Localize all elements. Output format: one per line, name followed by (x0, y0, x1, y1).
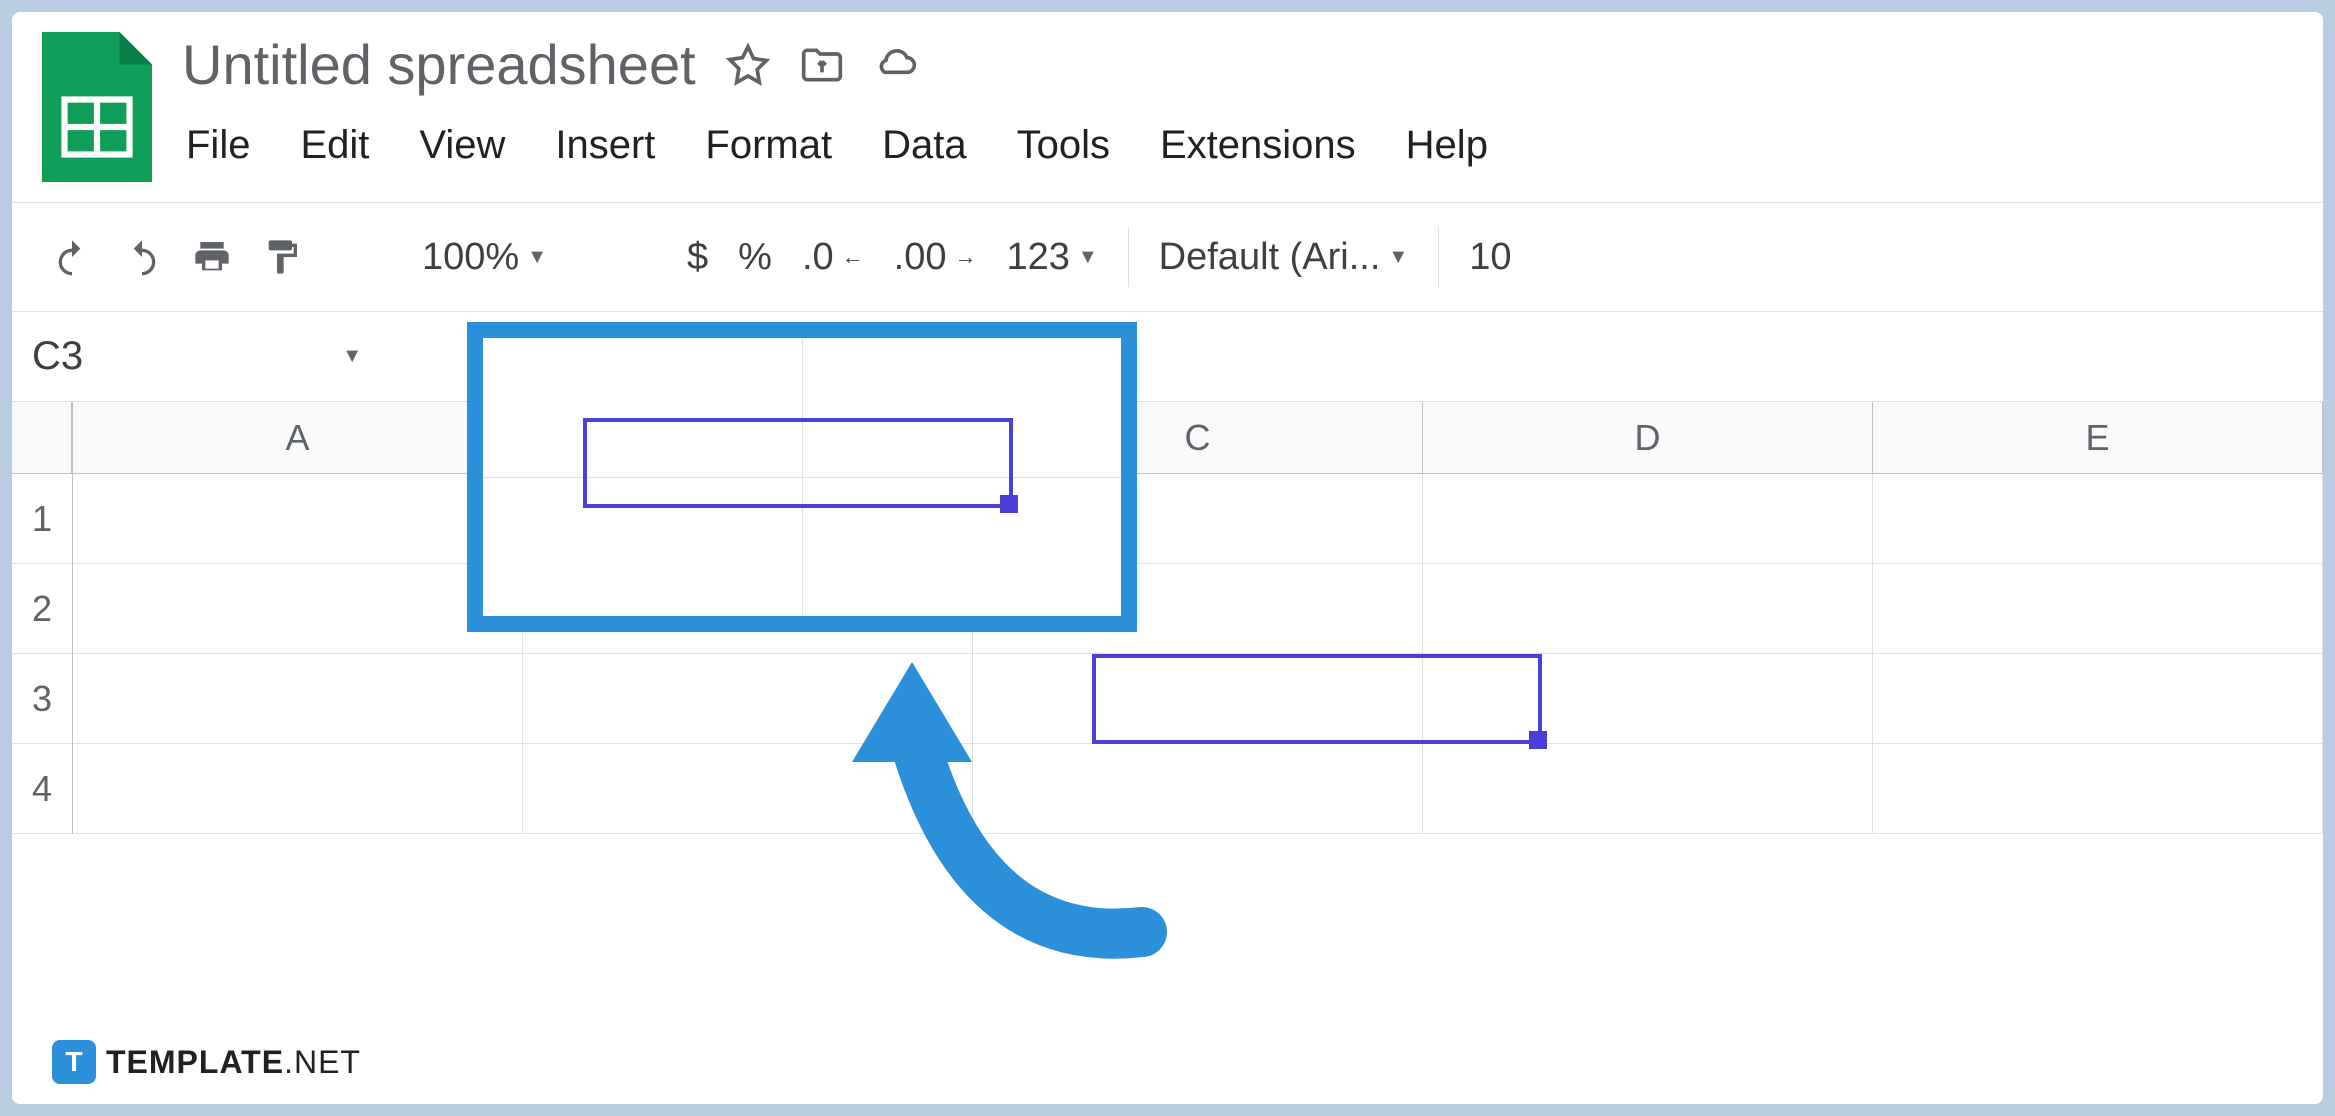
font-selector[interactable]: Default (Ari... ▼ (1159, 236, 1409, 279)
menubar: File Edit View Insert Format Data Tools … (182, 117, 2293, 174)
row-header-3[interactable]: 3 (12, 654, 72, 744)
paint-format-icon[interactable] (262, 237, 302, 277)
cell-a4[interactable] (73, 744, 523, 833)
chevron-down-icon: ▼ (527, 246, 547, 269)
columns-area: A B C D E (73, 402, 2323, 834)
undo-icon[interactable] (52, 237, 92, 277)
cell-d3[interactable] (1423, 654, 1873, 743)
row-4 (73, 744, 2323, 834)
cell-d4[interactable] (1423, 744, 1873, 833)
menu-insert[interactable]: Insert (551, 117, 659, 174)
chevron-down-icon: ▼ (342, 345, 362, 368)
cell-a1[interactable] (73, 474, 523, 563)
menu-data[interactable]: Data (878, 117, 971, 174)
cell-d2[interactable] (1423, 564, 1873, 653)
watermark-badge-icon: T (52, 1040, 96, 1084)
row-2 (73, 564, 2323, 654)
cell-e1[interactable] (1873, 474, 2323, 563)
menu-format[interactable]: Format (701, 117, 836, 174)
increase-decimal[interactable]: .00→ (894, 236, 977, 279)
sheets-logo-icon[interactable] (42, 32, 152, 182)
header: Untitled spreadsheet File Edit View Inse… (12, 12, 2323, 182)
zoom-value: 100% (422, 236, 519, 279)
menu-file[interactable]: File (182, 117, 254, 174)
cloud-status-icon[interactable] (874, 43, 918, 87)
cell-d1[interactable] (1423, 474, 1873, 563)
col-header-d[interactable]: D (1423, 402, 1873, 473)
watermark-text: TEMPLATE.NET (106, 1044, 361, 1081)
menu-extensions[interactable]: Extensions (1156, 117, 1360, 174)
print-icon[interactable] (192, 237, 232, 277)
cell-e2[interactable] (1873, 564, 2323, 653)
column-headers: A B C D E (73, 402, 2323, 474)
redo-icon[interactable] (122, 237, 162, 277)
cell-e3[interactable] (1873, 654, 2323, 743)
document-title[interactable]: Untitled spreadsheet (182, 32, 696, 97)
title-row: Untitled spreadsheet (182, 32, 2293, 97)
chevron-down-icon: ▼ (1388, 246, 1408, 269)
menu-edit[interactable]: Edit (296, 117, 373, 174)
row-1 (73, 474, 2323, 564)
watermark: T TEMPLATE.NET (52, 1040, 361, 1084)
callout-selection (583, 418, 1013, 508)
menu-view[interactable]: View (415, 117, 509, 174)
callout-selection-handle (1000, 495, 1018, 513)
row-header-1[interactable]: 1 (12, 474, 72, 564)
header-content: Untitled spreadsheet File Edit View Inse… (182, 32, 2293, 174)
annotation-callout (467, 322, 1137, 632)
font-size[interactable]: 10 (1469, 236, 1511, 279)
col-header-a[interactable]: A (73, 402, 523, 473)
decrease-decimal[interactable]: .0← (802, 236, 864, 279)
cell-a3[interactable] (73, 654, 523, 743)
cell-a2[interactable] (73, 564, 523, 653)
row-3 (73, 654, 2323, 744)
name-box-value: C3 (32, 334, 83, 379)
cell-e4[interactable] (1873, 744, 2323, 833)
move-folder-icon[interactable] (800, 43, 844, 87)
app-window: Untitled spreadsheet File Edit View Inse… (12, 12, 2323, 1104)
select-all-corner[interactable] (12, 402, 72, 474)
col-header-e[interactable]: E (1873, 402, 2323, 473)
format-currency[interactable]: $ (687, 236, 708, 279)
separator (1128, 227, 1129, 287)
row-header-2[interactable]: 2 (12, 564, 72, 654)
format-percent[interactable]: % (738, 236, 772, 279)
formula-bar-row: C3 ▼ (12, 312, 2323, 402)
name-box[interactable]: C3 ▼ (12, 334, 392, 379)
toolbar: 100% ▼ $ % .0← .00→ 123 ▼ Default (Ari..… (12, 202, 2323, 312)
chevron-down-icon: ▼ (1078, 246, 1098, 269)
star-icon[interactable] (726, 43, 770, 87)
separator (1438, 227, 1439, 287)
menu-help[interactable]: Help (1402, 117, 1492, 174)
number-format-selector[interactable]: 123 ▼ (1006, 236, 1097, 279)
annotation-arrow-icon (792, 632, 1192, 982)
row-header-4[interactable]: 4 (12, 744, 72, 834)
menu-tools[interactable]: Tools (1013, 117, 1114, 174)
zoom-selector[interactable]: 100% ▼ (422, 236, 547, 279)
row-headers: 1 2 3 4 (12, 402, 73, 834)
